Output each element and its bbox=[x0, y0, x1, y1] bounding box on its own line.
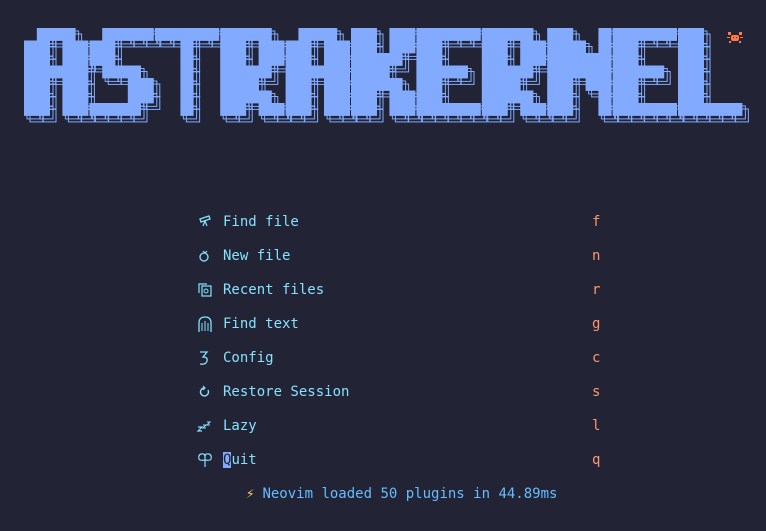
menu-item-shortcut: g bbox=[592, 316, 601, 332]
new-file-icon bbox=[196, 247, 216, 267]
ghost-icon bbox=[196, 315, 216, 335]
menu-item-config[interactable]: Config c bbox=[196, 349, 616, 369]
menu-item-label: Config bbox=[223, 350, 274, 366]
menu-item-label: Quit bbox=[223, 452, 257, 468]
menu-item-label: New file bbox=[223, 248, 291, 264]
startup-stats: ⚡ Neovim loaded 50 plugins in 44.89ms bbox=[246, 486, 557, 506]
menu-item-label: Recent files bbox=[223, 282, 325, 298]
menu-item-shortcut: l bbox=[592, 418, 601, 434]
crab-icon bbox=[727, 32, 743, 43]
menu-item-label: Restore Session bbox=[223, 384, 350, 400]
restore-icon bbox=[196, 383, 216, 403]
menu-item-restore-session[interactable]: Restore Session s bbox=[196, 383, 616, 403]
menu-item-find-text[interactable]: Find text g bbox=[196, 315, 616, 335]
startup-stats-text: Neovim loaded 50 plugins in 44.89ms bbox=[262, 486, 558, 502]
menu-item-shortcut: r bbox=[592, 282, 601, 298]
menu-item-label: Lazy bbox=[223, 418, 257, 434]
menu-item-recent-files[interactable]: Recent files r bbox=[196, 281, 616, 301]
telescope-icon bbox=[196, 213, 216, 233]
menu-item-shortcut: q bbox=[592, 452, 601, 468]
menu-item-quit[interactable]: Quit q bbox=[196, 451, 616, 471]
lightning-icon: ⚡ bbox=[246, 486, 255, 502]
sleep-icon bbox=[196, 417, 216, 437]
quit-icon bbox=[196, 451, 216, 471]
config-gear-icon bbox=[196, 349, 216, 369]
astrakernel-logo bbox=[24, 28, 749, 123]
menu-item-shortcut: c bbox=[592, 350, 601, 366]
menu-item-new-file[interactable]: New file n bbox=[196, 247, 616, 267]
menu-item-shortcut: s bbox=[592, 384, 601, 400]
menu-item-label: Find text bbox=[223, 316, 299, 332]
menu-item-find-file[interactable]: Find file f bbox=[196, 213, 616, 233]
menu-item-shortcut: f bbox=[592, 214, 601, 230]
menu-item-label: Find file bbox=[223, 214, 299, 230]
recent-files-icon bbox=[196, 281, 216, 301]
menu-item-shortcut: n bbox=[592, 248, 601, 264]
menu-item-lazy[interactable]: Lazy l bbox=[196, 417, 616, 437]
